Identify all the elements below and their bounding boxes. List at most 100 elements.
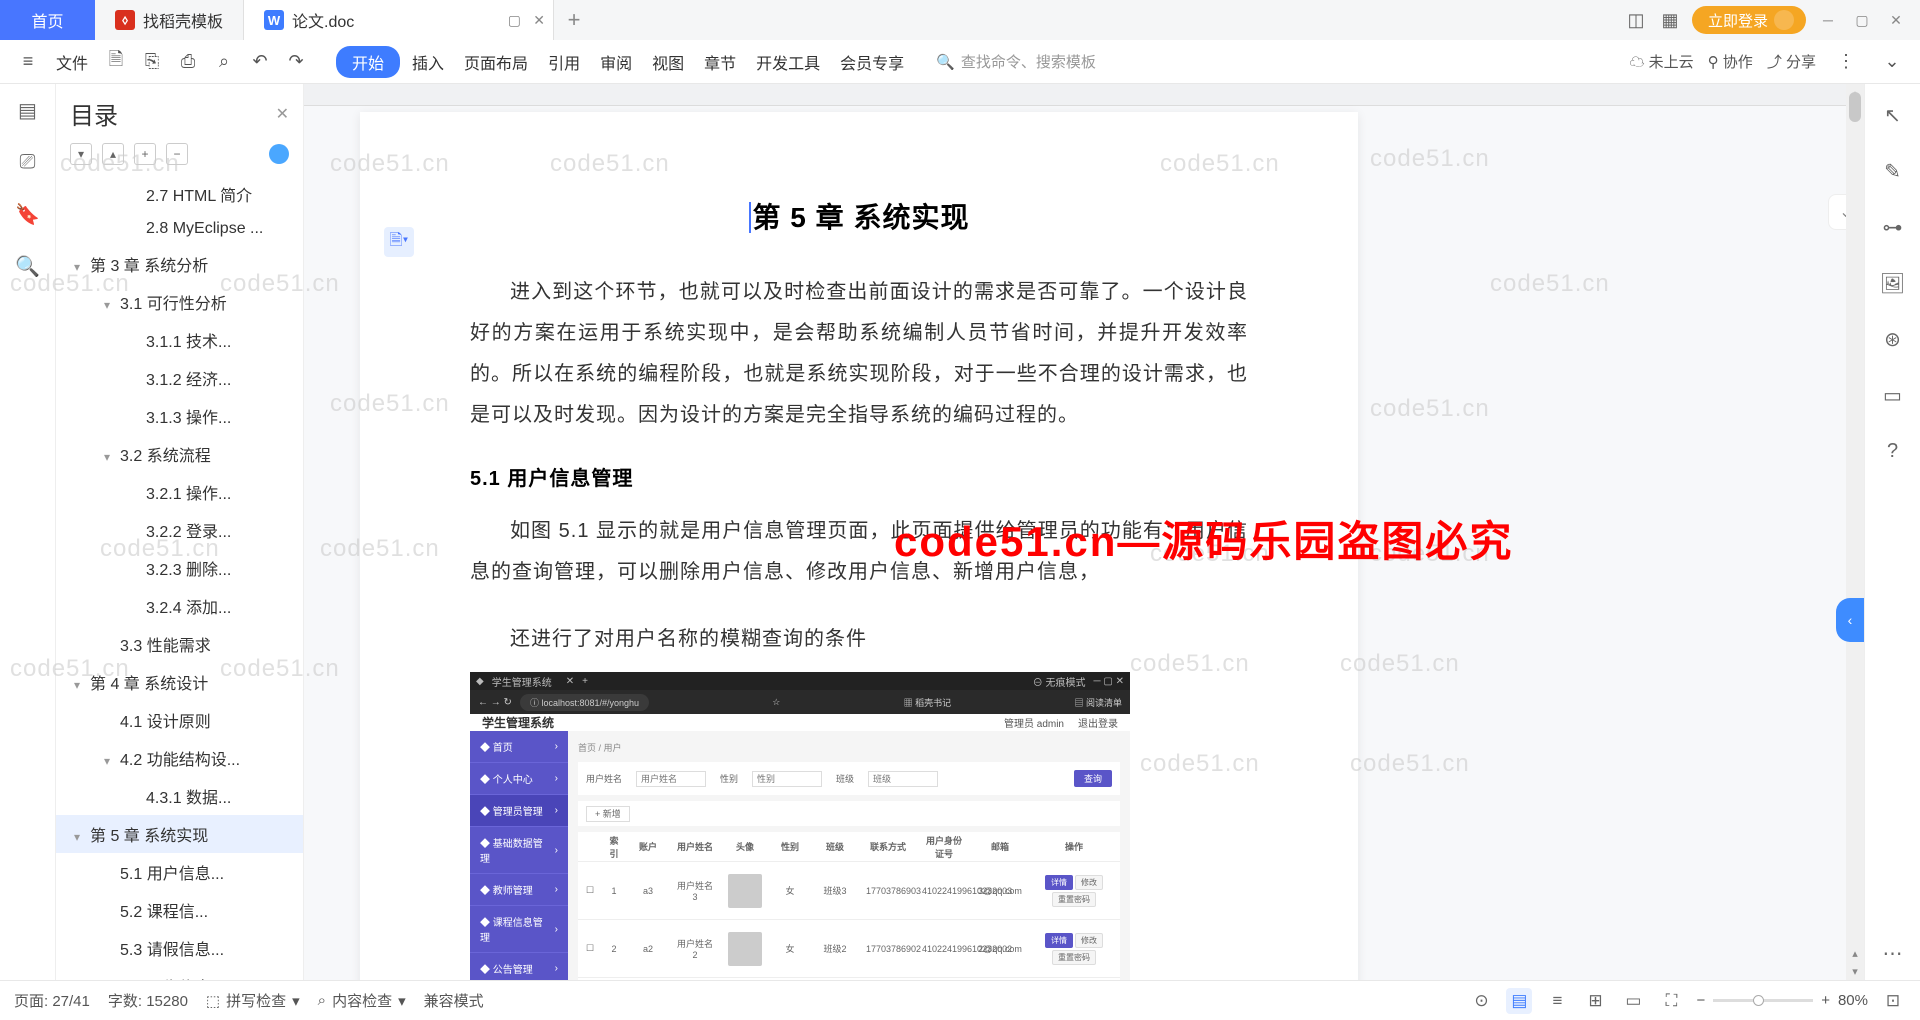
tab-devtools[interactable]: 开发工具 (748, 50, 828, 74)
content-check[interactable]: ⌕ 内容检查 ▾ (318, 990, 406, 1011)
close-button[interactable]: ✕ (1884, 8, 1908, 32)
minimize-button[interactable]: ─ (1816, 8, 1840, 32)
outline-item[interactable]: 3.1.3 操作... (56, 397, 303, 435)
idea-icon[interactable]: ⊛ (1880, 326, 1906, 352)
outline-item[interactable]: ▾3.1 可行性分析 (56, 283, 303, 321)
cloud-status[interactable]: ☁ 未上云 (1629, 51, 1693, 72)
focus-icon[interactable]: ⊙ (1468, 988, 1494, 1014)
remove-item-icon[interactable]: − (166, 143, 188, 165)
vertical-scrollbar[interactable]: ▴ ▴ ▾ (1846, 84, 1864, 980)
page-nav-icon[interactable]: ⎚ (14, 148, 42, 176)
add-item-icon[interactable]: + (134, 143, 156, 165)
spell-check[interactable]: ⬚ 拼写检查 ▾ (206, 990, 300, 1011)
word-count[interactable]: 字数: 15280 (108, 990, 188, 1011)
filter-class[interactable] (868, 771, 938, 787)
add-tab-button[interactable]: + (554, 0, 594, 40)
export-icon[interactable]: ⎘ (136, 46, 168, 78)
layout-icon[interactable]: ◫ (1624, 8, 1648, 32)
apps-icon[interactable]: ▦ (1658, 8, 1682, 32)
outline-item[interactable]: 3.2.2 登录... (56, 511, 303, 549)
outline-item[interactable]: 2.7 HTML 简介 (56, 175, 303, 213)
help-icon[interactable]: ? (1880, 438, 1906, 464)
collapse-icon[interactable]: ⌄ (1876, 46, 1908, 78)
scroll-thumb[interactable] (1849, 92, 1861, 122)
select-tool-icon[interactable]: ↖ (1880, 102, 1906, 128)
tab-member[interactable]: 会员专享 (832, 50, 912, 74)
embed-side-item[interactable]: ◆ 管理员管理 › (470, 795, 568, 827)
pen-tool-icon[interactable]: ✎ (1880, 158, 1906, 184)
zoom-in-icon[interactable]: + (1821, 992, 1830, 1009)
search-box[interactable]: 🔍 查找命令、搜索模板 (916, 51, 1625, 72)
layout-outline-icon[interactable]: ⊞ (1582, 988, 1608, 1014)
tab-view[interactable]: 视图 (644, 50, 692, 74)
image-tool-icon[interactable]: 🖼 (1880, 270, 1906, 296)
redo-icon[interactable]: ↷ (280, 46, 312, 78)
embed-side-item[interactable]: ◆ 个人中心 › (470, 763, 568, 795)
tab-start[interactable]: 开始 (336, 46, 400, 78)
sync-indicator[interactable] (269, 144, 289, 164)
zoom-fit-icon[interactable]: ⊡ (1880, 988, 1906, 1014)
settings-slider-icon[interactable]: ⊶ (1880, 214, 1906, 240)
close-outline-icon[interactable]: ✕ (276, 104, 289, 124)
embed-side-item[interactable]: ◆ 基础数据管理 › (470, 827, 568, 874)
more-icon[interactable]: ⋮ (1830, 46, 1862, 78)
tab-review[interactable]: 审阅 (592, 50, 640, 74)
embed-side-item[interactable]: ◆ 首页 › (470, 731, 568, 763)
paragraph-float-icon[interactable]: 🗎▾ (384, 227, 414, 257)
outline-item[interactable]: 3.2.1 操作... (56, 473, 303, 511)
filter-account[interactable] (636, 771, 706, 787)
maximize-button[interactable]: ▢ (1850, 8, 1874, 32)
add-button[interactable]: + 新增 (586, 806, 630, 822)
zoom-out-icon[interactable]: − (1696, 992, 1705, 1009)
outline-item[interactable]: 5.1 用户信息... (56, 853, 303, 891)
outline-item[interactable]: ▾第 4 章 系统设计 (56, 663, 303, 701)
outline-item[interactable]: 5.2 课程信... (56, 891, 303, 929)
bookmark-icon[interactable]: 🔖 (14, 200, 42, 228)
zoom-control[interactable]: − + 80% (1696, 992, 1868, 1009)
login-button[interactable]: 立即登录 (1692, 6, 1806, 34)
print-icon[interactable]: ⎙ (172, 46, 204, 78)
outline-item[interactable]: 3.2.4 添加... (56, 587, 303, 625)
preview-icon[interactable]: ⌕ (208, 46, 240, 78)
outline-item[interactable]: 4.1 设计原则 (56, 701, 303, 739)
outline-item[interactable]: ▾第 3 章 系统分析 (56, 245, 303, 283)
read-mode-icon[interactable]: ▭ (1880, 382, 1906, 408)
page-count[interactable]: 页面: 27/41 (14, 990, 90, 1011)
tab-document[interactable]: W 论文.doc ▢ ✕ (244, 0, 554, 40)
outline-item[interactable]: ▾第 5 章 系统实现 (56, 815, 303, 853)
horizontal-ruler[interactable] (304, 84, 1864, 106)
close-icon[interactable]: ✕ (533, 12, 545, 29)
tab-layout[interactable]: 页面布局 (456, 50, 536, 74)
layout-read-icon[interactable]: ▭ (1620, 988, 1646, 1014)
tab-insert[interactable]: 插入 (404, 50, 452, 74)
tab-section[interactable]: 章节 (696, 50, 744, 74)
zoom-level[interactable]: 80% (1838, 992, 1868, 1009)
layout-web-icon[interactable]: ≡ (1544, 988, 1570, 1014)
monitor-icon[interactable]: ▢ (508, 12, 521, 29)
share-button[interactable]: ⤴ 分享 (1767, 51, 1816, 72)
outline-item[interactable]: ▾3.2 系统流程 (56, 435, 303, 473)
collab-button[interactable]: ⚲ 协作 (1708, 51, 1753, 72)
save-icon[interactable]: 🗎 (100, 46, 132, 78)
tab-reference[interactable]: 引用 (540, 50, 588, 74)
outline-item[interactable]: 3.3 性能需求 (56, 625, 303, 663)
embed-side-item[interactable]: ◆ 课程信息管理 › (470, 906, 568, 953)
layout-print-icon[interactable]: ▤ (1506, 988, 1532, 1014)
side-drawer-tab[interactable]: ‹ (1836, 598, 1864, 642)
outline-item[interactable]: 4.3.1 数据... (56, 777, 303, 815)
hamburger-icon[interactable]: ≡ (12, 46, 44, 78)
filter-sex[interactable] (752, 771, 822, 787)
compat-mode[interactable]: 兼容模式 (424, 990, 484, 1011)
tab-template[interactable]: ⬨ 找稻壳模板 (95, 0, 244, 40)
file-menu[interactable]: 文件 (48, 50, 96, 74)
document-page[interactable]: 🗎▾ 第 5 章 系统实现 进入到这个环节，也就可以及时检查出前面设计的需求是否… (360, 112, 1358, 980)
expand-all-icon[interactable]: ▴ (102, 143, 124, 165)
collapse-all-icon[interactable]: ▾ (70, 143, 92, 165)
outline-item[interactable]: 3.1.2 经济... (56, 359, 303, 397)
outline-item[interactable]: 3.2.3 删除... (56, 549, 303, 587)
query-button[interactable]: 查询 (1074, 770, 1112, 787)
embed-side-item[interactable]: ◆ 教师管理 › (470, 874, 568, 906)
more-tools-icon[interactable]: ⋯ (1880, 940, 1906, 966)
outline-icon[interactable]: ▤ (14, 96, 42, 124)
outline-item[interactable]: ▾4.2 功能结构设... (56, 739, 303, 777)
